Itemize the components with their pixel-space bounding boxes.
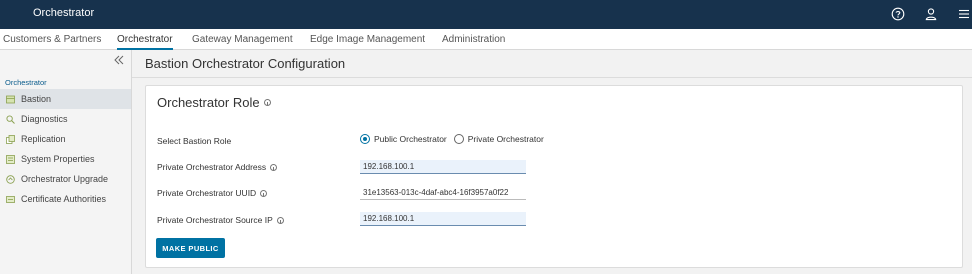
private-orchestrator-address-input[interactable]: 192.168.100.1 xyxy=(360,160,526,174)
sidebar-item-orchestrator-upgrade[interactable]: Orchestrator Upgrade xyxy=(0,169,131,189)
private-orchestrator-radio[interactable] xyxy=(453,134,464,144)
sidebar: Orchestrator Bastion Diagnostics Replica… xyxy=(0,50,132,274)
public-orchestrator-radio[interactable] xyxy=(360,134,370,144)
orchestrator-role-card: Orchestrator Role Select Bastion Role Pu… xyxy=(145,85,963,268)
top-header: Orchestrator xyxy=(0,0,972,29)
tab-customers-partners[interactable]: Customers & Partners xyxy=(3,34,101,45)
help-circle-icon[interactable] xyxy=(889,5,907,23)
address-label: Private Orchestrator Address xyxy=(157,162,278,172)
certificate-icon xyxy=(6,195,15,204)
uuid-label-text: Private Orchestrator UUID xyxy=(157,188,257,198)
sidebar-item-certificate-authorities[interactable]: Certificate Authorities xyxy=(0,189,131,209)
address-label-text: Private Orchestrator Address xyxy=(157,162,267,172)
public-orchestrator-label[interactable]: Public Orchestrator xyxy=(374,134,447,144)
tab-edge-image-management[interactable]: Edge Image Management xyxy=(310,34,425,45)
card-title: Orchestrator Role xyxy=(157,95,271,110)
replication-icon xyxy=(6,134,15,144)
tab-orchestrator[interactable]: Orchestrator xyxy=(117,34,173,50)
diagnostics-icon xyxy=(6,114,15,124)
sidebar-item-label: System Properties xyxy=(21,154,95,164)
source-ip-label-text: Private Orchestrator Source IP xyxy=(157,215,273,225)
info-icon[interactable] xyxy=(276,217,284,225)
user-icon[interactable] xyxy=(922,5,940,23)
hamburger-menu-icon[interactable] xyxy=(955,5,972,23)
sidebar-item-label: Orchestrator Upgrade xyxy=(21,174,109,184)
system-properties-icon xyxy=(6,154,15,164)
main-content: Bastion Orchestrator Configuration Orche… xyxy=(132,50,972,274)
info-icon[interactable] xyxy=(263,99,271,107)
sidebar-item-replication[interactable]: Replication xyxy=(0,129,131,149)
sidebar-item-label: Bastion xyxy=(21,94,52,104)
sidebar-item-label: Diagnostics xyxy=(21,114,68,124)
select-role-label: Select Bastion Role xyxy=(157,136,232,146)
source-ip-label: Private Orchestrator Source IP xyxy=(157,215,284,225)
main-tabs: Customers & Partners Orchestrator Gatewa… xyxy=(0,29,972,50)
collapse-sidebar-icon[interactable] xyxy=(112,53,126,67)
card-title-text: Orchestrator Role xyxy=(157,95,260,110)
title-divider xyxy=(132,77,972,78)
private-orchestrator-source-ip-input[interactable]: 192.168.100.1 xyxy=(360,212,526,226)
sidebar-section-label: Orchestrator xyxy=(5,78,47,87)
bastion-icon xyxy=(6,95,15,104)
sidebar-item-label: Replication xyxy=(21,134,66,144)
info-icon[interactable] xyxy=(270,164,278,172)
sidebar-item-system-properties[interactable]: System Properties xyxy=(0,149,131,169)
sidebar-item-bastion[interactable]: Bastion xyxy=(0,89,131,109)
private-orchestrator-label[interactable]: Private Orchestrator xyxy=(468,134,544,144)
info-icon[interactable] xyxy=(260,190,268,198)
upgrade-icon xyxy=(6,174,15,184)
bastion-role-radio-group: Public Orchestrator Private Orchestrator xyxy=(360,134,551,144)
private-orchestrator-uuid-field[interactable]: 31e13563-013c-4daf-abc4-16f3957a0f22 xyxy=(360,186,526,200)
tab-administration[interactable]: Administration xyxy=(442,34,505,45)
uuid-label: Private Orchestrator UUID xyxy=(157,188,268,198)
sidebar-item-diagnostics[interactable]: Diagnostics xyxy=(0,109,131,129)
tab-gateway-management[interactable]: Gateway Management xyxy=(192,34,293,45)
make-public-button[interactable]: MAKE PUBLIC xyxy=(156,238,225,258)
page-title: Bastion Orchestrator Configuration xyxy=(145,56,346,71)
sidebar-item-label: Certificate Authorities xyxy=(21,194,107,204)
app-title: Orchestrator xyxy=(33,7,95,19)
